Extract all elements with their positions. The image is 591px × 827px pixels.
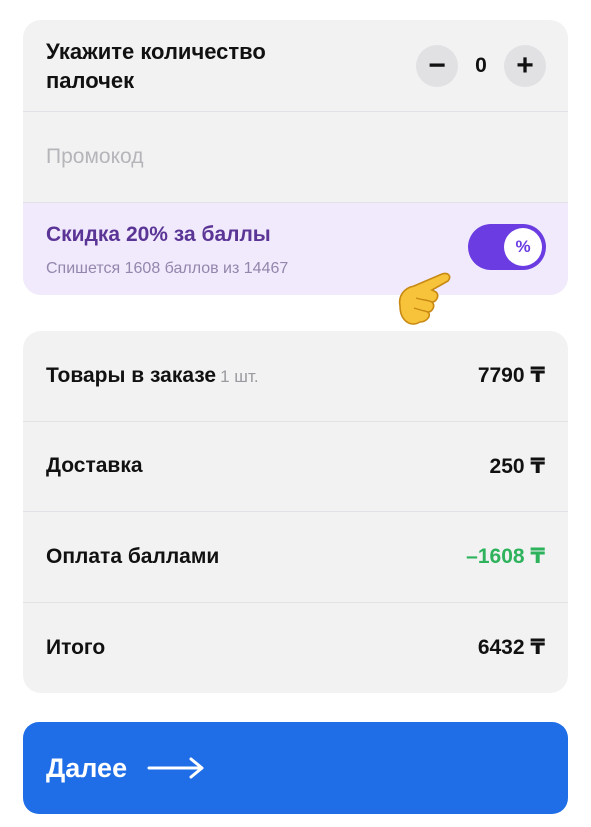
summary-row-total: Итого 6432 ₸ — [23, 603, 568, 694]
arrow-right-icon — [147, 757, 205, 779]
next-button-label: Далее — [46, 752, 128, 783]
items-total: 7790 ₸ — [477, 364, 545, 388]
quantity-stepper: − 0 + — [416, 44, 546, 87]
next-button[interactable]: Далее — [23, 722, 568, 814]
points-payment-value: –1608 ₸ — [466, 545, 545, 569]
sticks-quantity-row: Укажите количество палочек − 0 + — [23, 20, 568, 112]
total-value: 6432 ₸ — [477, 636, 545, 660]
discount-title: Скидка 20% за баллы — [46, 223, 271, 246]
promo-code-input[interactable] — [46, 145, 526, 169]
discount-subtitle: Спишется 1608 баллов из 14467 — [46, 260, 289, 277]
decrease-button[interactable]: − — [416, 44, 458, 87]
delivery-label: Доставка — [46, 454, 143, 478]
items-label: Товары в заказе — [46, 363, 217, 387]
items-quantity: 1 шт. — [220, 366, 259, 386]
summary-row-delivery: Доставка 250 ₸ — [23, 422, 568, 512]
summary-row-points-payment: Оплата баллами –1608 ₸ — [23, 512, 568, 603]
percent-icon: % — [515, 237, 531, 256]
summary-row-items: Товары в заказе 1 шт. 7790 ₸ — [23, 331, 568, 422]
delivery-cost: 250 ₸ — [489, 454, 545, 478]
increase-button[interactable]: + — [504, 44, 546, 87]
total-label: Итого — [46, 635, 106, 659]
pointing-hand-icon — [398, 272, 451, 325]
promo-code-row — [23, 112, 568, 203]
points-payment-label: Оплата баллами — [46, 544, 220, 568]
order-summary-card: Товары в заказе 1 шт. 7790 ₸ Доставка 250… — [23, 331, 568, 693]
minus-icon: − — [428, 48, 446, 82]
toggle-knob: % — [504, 228, 542, 266]
order-options-card: Укажите количество палочек − 0 + Скидка … — [23, 20, 568, 295]
plus-icon: + — [516, 48, 534, 82]
points-discount-row: Скидка 20% за баллы Спишется 1608 баллов… — [23, 203, 568, 295]
quantity-value: 0 — [475, 53, 487, 77]
points-discount-toggle[interactable]: % — [468, 224, 546, 270]
sticks-quantity-label: Укажите количество палочек — [46, 38, 266, 93]
